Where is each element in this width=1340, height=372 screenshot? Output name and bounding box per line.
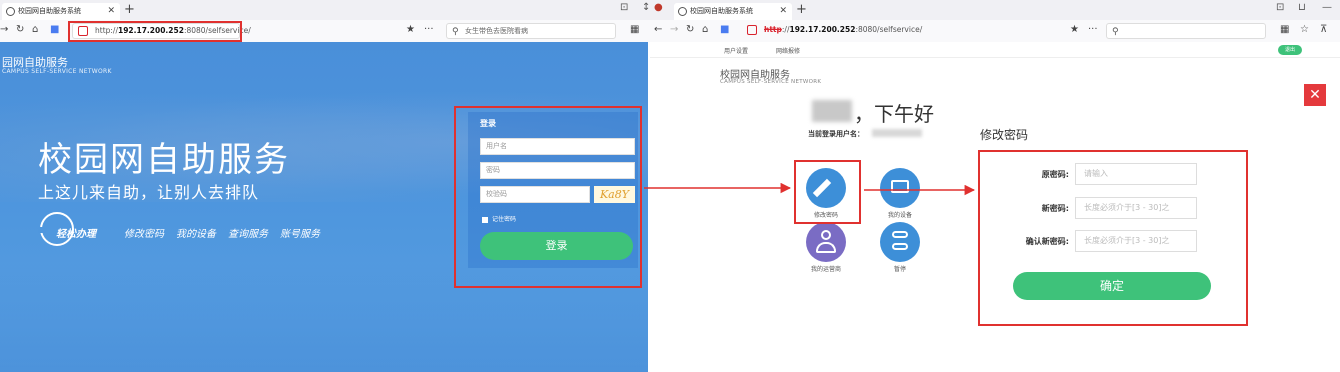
left-search-box[interactable]: ⚲ 女生带色去医院看病: [446, 23, 616, 39]
exit-button[interactable]: 退出: [1278, 45, 1302, 55]
highlight-address-bar: [68, 21, 242, 42]
highlight-password-form: [978, 150, 1248, 326]
blurred-current-user: [872, 129, 922, 137]
forward-icon[interactable]: →: [670, 24, 678, 35]
menu-user-settings[interactable]: 用户设置: [724, 46, 748, 55]
forward-icon[interactable]: →: [0, 24, 8, 35]
more-icon[interactable]: ···: [424, 24, 434, 35]
left-tab-title: 校园网自助服务系统: [18, 7, 81, 15]
login-brand-en: CAMPUS SELF-SERVICE NETWORK: [2, 68, 112, 75]
highlight-login-form: [454, 106, 642, 288]
easy-label[interactable]: 轻松办理: [56, 225, 96, 240]
right-browser-chrome: ↕ ● 校园网自助服务系统 ✕ + ⊡ ⊔ — ← → ↻ ⌂ ■ http:/…: [642, 0, 1340, 42]
extension-icon[interactable]: ■: [720, 24, 729, 35]
reload-icon[interactable]: ↻: [686, 24, 694, 35]
toggle-icon: [892, 231, 908, 238]
home-icon[interactable]: ⌂: [702, 24, 708, 35]
new-tab-icon[interactable]: +: [796, 2, 807, 17]
blurred-username: [812, 100, 852, 122]
change-password-title: 修改密码: [980, 128, 1029, 142]
grid-icon[interactable]: ▦: [1280, 24, 1289, 35]
service-label-my-devices[interactable]: 我的设备: [870, 210, 930, 219]
more-icon[interactable]: ···: [1088, 24, 1098, 35]
close-tab-icon[interactable]: ✕: [107, 3, 115, 20]
top-menu: 用户设置 网络报修 退出: [650, 42, 1340, 58]
right-active-tab[interactable]: 校园网自助服务系统 ✕: [674, 3, 792, 20]
service-my-devices[interactable]: [880, 168, 920, 208]
bookmark-star-icon[interactable]: ★: [1070, 24, 1079, 35]
left-active-tab[interactable]: 校园网自助服务系统 ✕: [2, 3, 120, 20]
toggle-icon: [892, 243, 908, 250]
home-icon[interactable]: ⌂: [32, 24, 38, 35]
quick-link-change-password[interactable]: 修改密码: [124, 225, 164, 240]
grid-icon[interactable]: ▦: [630, 24, 639, 35]
service-pause[interactable]: [880, 222, 920, 262]
back-icon[interactable]: ←: [654, 24, 662, 35]
insecure-icon: [747, 25, 757, 35]
service-brand-en: CAMPUS SELF-SERVICE NETWORK: [720, 79, 822, 85]
left-search-text: 女生带色去医院看病: [465, 27, 528, 35]
left-tab-bar: 校园网自助服务系统 ✕ + ⊡: [0, 0, 650, 20]
tab-manage-icon[interactable]: ⊔: [1298, 2, 1306, 13]
favorites-icon[interactable]: ☆: [1300, 24, 1309, 35]
right-tab-bar: ↕ ● 校园网自助服务系统 ✕ + ⊡ ⊔ —: [642, 0, 1340, 20]
right-nav-bar: ← → ↻ ⌂ ■ http://192.17.200.252:8080/sel…: [650, 20, 1340, 42]
close-dialog-icon[interactable]: ✕: [1304, 84, 1326, 106]
tab-list-icon[interactable]: ⊡: [620, 2, 628, 13]
right-url-scheme: http: [764, 25, 782, 34]
hero-title: 校园网自助服务: [38, 140, 290, 180]
right-tab-title: 校园网自助服务系统: [690, 7, 753, 15]
quick-link-my-devices[interactable]: 我的设备: [176, 225, 216, 240]
right-search-text: [1125, 27, 1127, 35]
minimize-icon[interactable]: —: [1322, 2, 1332, 13]
search-icon: ⚲: [452, 27, 459, 37]
device-icon: [891, 180, 909, 193]
pin-icon[interactable]: ⊼: [1320, 24, 1327, 35]
tab-sep-icon: ↕: [642, 2, 651, 13]
firefox-logo-icon: ●: [654, 2, 663, 13]
bookmark-star-icon[interactable]: ★: [406, 24, 415, 35]
service-my-operator[interactable]: [806, 222, 846, 262]
hero-subtitle: 上这儿来自助，让别人去排队: [38, 183, 260, 202]
close-tab-icon[interactable]: ✕: [779, 3, 787, 20]
menu-network-repair[interactable]: 网络报修: [776, 46, 800, 55]
right-search-box[interactable]: ⚲: [1106, 23, 1266, 39]
quick-link-query[interactable]: 查询服务: [228, 225, 268, 240]
screenshot-root: 校园网自助服务系统 ✕ + ⊡ → ↻ ⌂ ■ http://192.17.20…: [0, 0, 1340, 372]
new-tab-icon[interactable]: +: [124, 2, 135, 17]
right-url-host: 192.17.200.252: [789, 25, 856, 34]
reload-icon[interactable]: ↻: [16, 24, 24, 35]
globe-icon: [6, 7, 15, 16]
right-url-rest-b: :8080/selfservice/: [855, 25, 923, 34]
globe-icon: [678, 7, 687, 16]
quick-link-account[interactable]: 账号服务: [280, 225, 320, 240]
highlight-change-password-icon: [794, 160, 861, 224]
search-icon: ⚲: [1112, 27, 1119, 37]
service-label-my-operator[interactable]: 我的运营商: [796, 264, 856, 273]
person-body-icon: [816, 242, 836, 253]
person-icon: [821, 230, 831, 240]
right-address-bar[interactable]: http://192.17.200.252:8080/selfservice/: [742, 23, 1050, 39]
greeting: ，下午好: [854, 102, 934, 126]
tab-list-icon[interactable]: ⊡: [1276, 2, 1284, 13]
service-label-pause[interactable]: 暂停: [870, 264, 930, 273]
extension-icon[interactable]: ■: [50, 24, 59, 35]
current-user-label: 当前登录用户名：: [808, 130, 864, 138]
